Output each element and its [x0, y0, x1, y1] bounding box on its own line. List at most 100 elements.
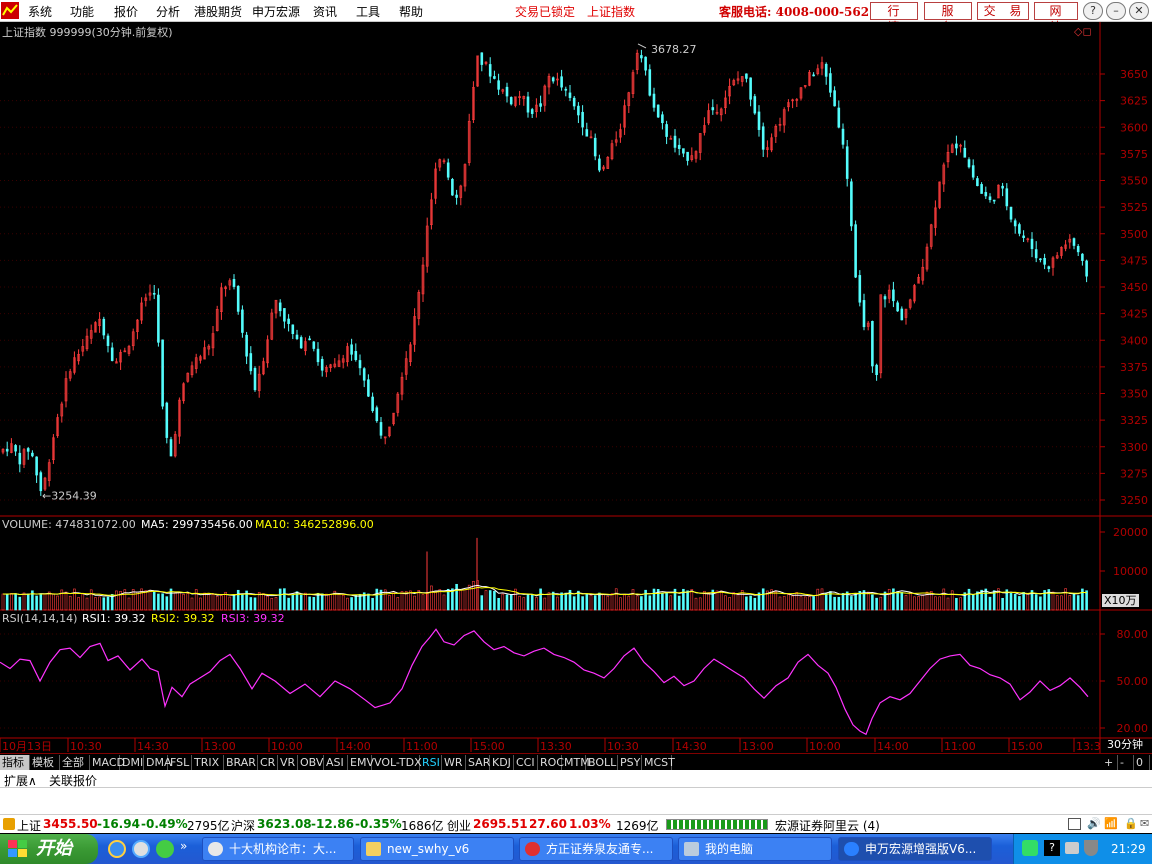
menu-item-function[interactable]: 功能 [70, 3, 94, 20]
lock-icon[interactable]: 🔒 [1124, 817, 1138, 830]
zoom-out-button[interactable]: - [1118, 755, 1134, 770]
volume-bar [518, 595, 521, 611]
volume-bar [283, 588, 286, 611]
menu-item-help[interactable]: 帮助 [399, 3, 423, 20]
indicator-tab-mcst[interactable]: MCST [642, 755, 675, 770]
volume-bar [236, 589, 240, 611]
volume-bar [526, 593, 530, 611]
menu-item-swhy[interactable]: 申万宏源 [252, 3, 300, 20]
clock[interactable]: 21:29 [1111, 842, 1146, 856]
indicator-tab-roc[interactable]: ROC [538, 755, 564, 770]
indicator-tab-obv[interactable]: OBV [298, 755, 324, 770]
close-icon[interactable]: ✕ [1129, 2, 1149, 20]
candle-body [568, 92, 572, 98]
task-swhy[interactable]: 申万宏源增强版V6... [838, 837, 992, 861]
chart-corner-icon[interactable]: ◇◻ [1074, 25, 1092, 38]
indicator-tab-emv[interactable]: EMV [348, 755, 374, 770]
indicator-tab-psy[interactable]: PSY [618, 755, 642, 770]
indicator-tab-brar[interactable]: BRAR [224, 755, 258, 770]
network-icon[interactable]: 📶 [1104, 817, 1118, 830]
sound-icon[interactable]: 🔊 [1087, 817, 1101, 830]
service-button[interactable]: 服 务 [924, 2, 972, 34]
trade-lock-status[interactable]: 交易已锁定 [515, 3, 575, 20]
indicator-tab-全部[interactable]: 全部 [60, 755, 90, 770]
start-button[interactable]: 开始 [0, 834, 98, 864]
volume-bar [816, 588, 820, 611]
indicator-tab-vr[interactable]: VR [278, 755, 298, 770]
tray-shield-icon[interactable] [1084, 840, 1098, 856]
task-mycomputer[interactable]: 我的电脑 [678, 837, 832, 861]
trade-button[interactable]: 交 易 [977, 2, 1029, 20]
ie-icon[interactable] [108, 840, 126, 858]
reset-button[interactable]: 0 [1134, 755, 1150, 770]
volume-bar [144, 590, 148, 611]
indicator-tab-dma[interactable]: DMA [144, 755, 172, 770]
tray-help-icon[interactable]: ? [1044, 840, 1060, 856]
indicator-tab-boll[interactable]: BOLL [586, 755, 618, 770]
volume-bar [337, 594, 341, 611]
menu-item-tools[interactable]: 工具 [356, 3, 380, 20]
cy-label[interactable]: 创业 [447, 817, 471, 834]
menu-item-hk-futures[interactable]: 港股期货 [194, 3, 242, 20]
menu-item-system[interactable]: 系统 [28, 3, 52, 20]
minimize-icon[interactable]: – [1106, 2, 1126, 20]
menu-bar: 系统 功能 报价 分析 港股期货 申万宏源 资讯 工具 帮助 交易已锁定 上证指… [0, 0, 1152, 34]
indicator-tab-macd[interactable]: MACD [90, 755, 125, 770]
tray-app-icon[interactable] [1022, 840, 1038, 856]
kline-chart-area[interactable]: 3250 3275 3300 3325 3350 3375 3400 3425 3450 3475… [0, 22, 1152, 754]
alert-icon[interactable]: ✉ [1140, 817, 1149, 830]
help-icon[interactable]: ? [1083, 2, 1103, 20]
volume-bar [14, 593, 17, 611]
volume-bar [577, 590, 580, 611]
volume-bar [934, 596, 937, 611]
indicator-tab-dmi[interactable]: DMI [120, 755, 144, 770]
candle-body [837, 107, 841, 128]
indicator-tab-sar[interactable]: SAR [466, 755, 490, 770]
chart-canvas[interactable]: 3250 3275 3300 3325 3350 3375 3400 3425 3450 3475… [0, 22, 1152, 754]
candle-body [5, 448, 9, 452]
menu-item-news[interactable]: 资讯 [313, 3, 337, 20]
price-tick-label: 3500 [1120, 228, 1148, 241]
layout-icon[interactable] [1068, 818, 1081, 830]
indicator-tab-rsi[interactable]: RSI [420, 755, 442, 770]
chrome-icon[interactable] [132, 840, 150, 858]
broker-server[interactable]: 宏源证券阿里云 (4) [775, 817, 880, 834]
market-button[interactable]: 行 情 [870, 2, 918, 34]
zoom-in-button[interactable]: + [1102, 755, 1118, 770]
indicator-tab-指标[interactable]: 指标 [0, 755, 30, 770]
candle-body [1043, 257, 1046, 265]
website-button[interactable]: 网 站 [1034, 2, 1078, 34]
candle-body [362, 368, 366, 381]
indicator-tab-kdj[interactable]: KDJ [490, 755, 514, 770]
volume-bar [35, 595, 38, 611]
indicator-tab-asi[interactable]: ASI [324, 755, 348, 770]
volume-bar [560, 592, 563, 611]
indicator-tab-fsl[interactable]: FSL [168, 755, 192, 770]
indicator-tab-vol-tdx[interactable]: VOL-TDX [372, 755, 422, 770]
indicator-tab-cr[interactable]: CR [258, 755, 278, 770]
expand-button[interactable]: 扩展∧ [4, 772, 37, 789]
time-tick-label: 13:3 [1076, 740, 1101, 753]
menu-item-quote[interactable]: 报价 [114, 3, 138, 20]
volume-bar [115, 590, 118, 611]
period-selector[interactable]: 30分钟 [1107, 738, 1143, 751]
sh-label[interactable]: 上证 [17, 817, 41, 834]
hs-label[interactable]: 沪深 [231, 817, 255, 834]
browser360-icon[interactable] [156, 840, 174, 858]
candle-body [455, 194, 458, 198]
task-folder[interactable]: new_swhy_v6 [360, 837, 514, 861]
task-founder[interactable]: 方正证券泉友通专... [519, 837, 673, 861]
volume-bar [602, 594, 605, 611]
menu-item-analysis[interactable]: 分析 [156, 3, 180, 20]
indicator-tab-wr[interactable]: WR [442, 755, 466, 770]
tray-network-icon[interactable] [1065, 842, 1079, 854]
quicklaunch-more-icon[interactable]: » [180, 839, 187, 853]
related-quote-tab[interactable]: 关联报价 [49, 772, 97, 789]
indicator-tab-cci[interactable]: CCI [514, 755, 538, 770]
indicator-tab-mtm[interactable]: MTM [562, 755, 590, 770]
volume-bar [938, 596, 941, 611]
task-news[interactable]: 十大机构论市：大... [202, 837, 354, 861]
volume-bar [102, 597, 106, 611]
indicator-tab-模板[interactable]: 模板 [30, 755, 60, 770]
indicator-tab-trix[interactable]: TRIX [192, 755, 224, 770]
